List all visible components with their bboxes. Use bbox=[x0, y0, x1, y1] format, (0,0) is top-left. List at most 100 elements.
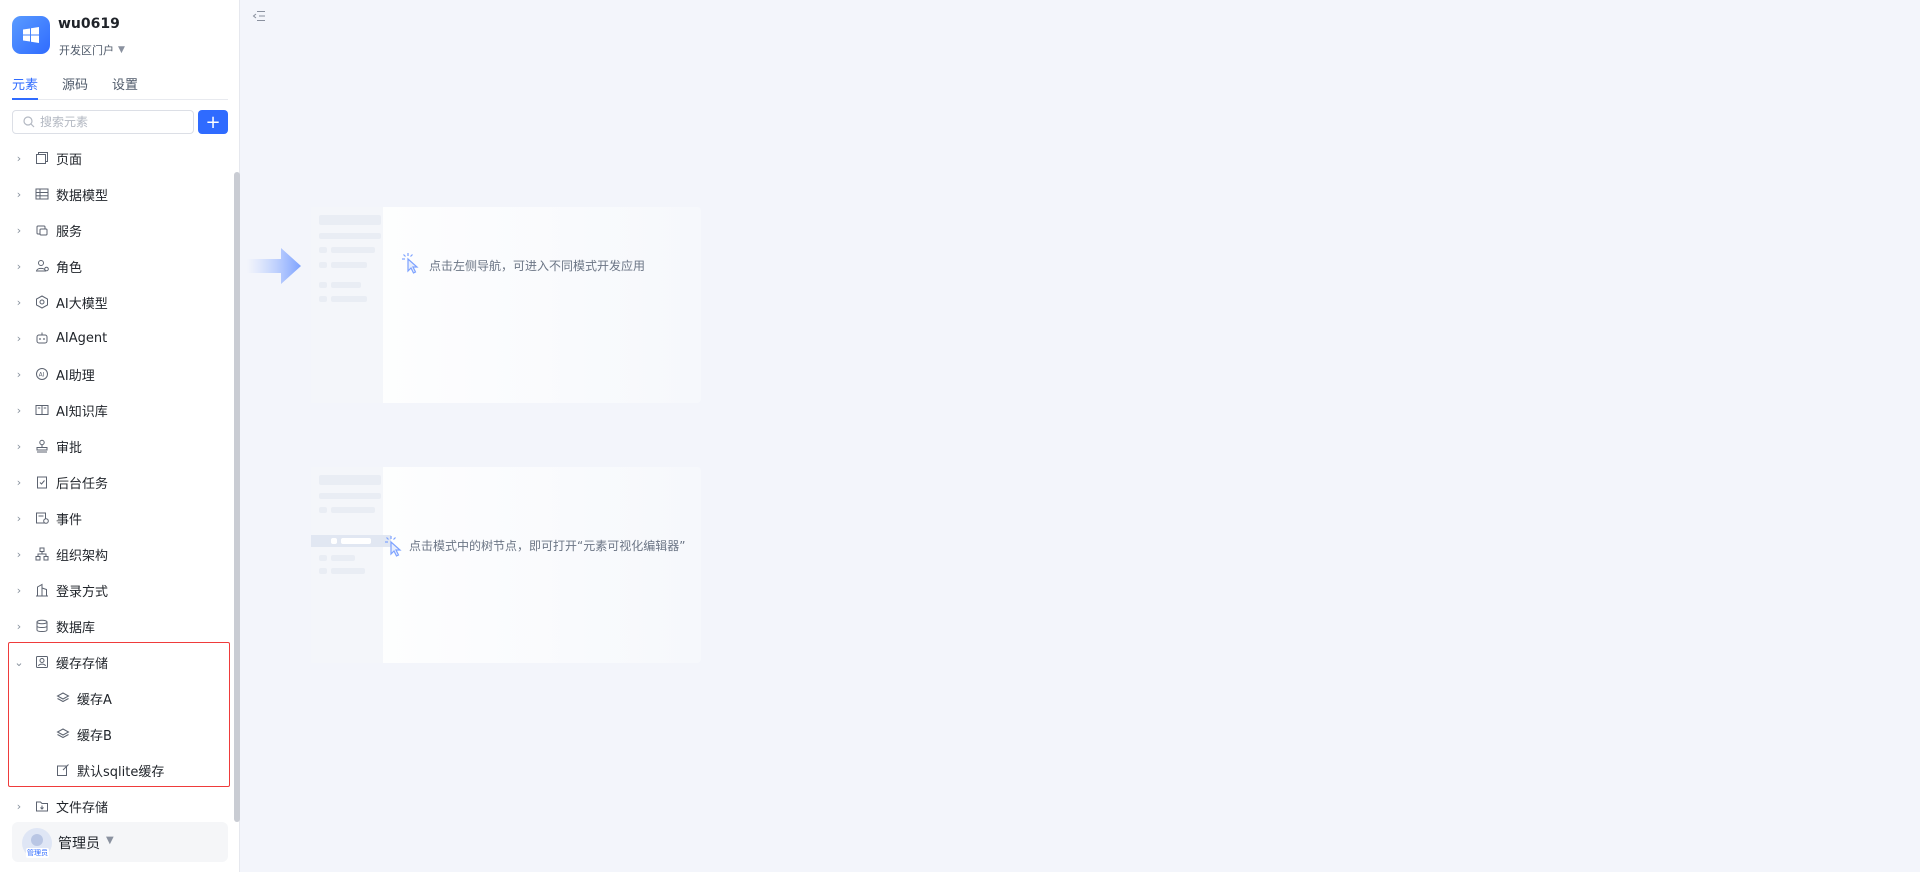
tree-item-label: 角色 bbox=[56, 260, 83, 276]
tree-item-background-task[interactable]: › 后台任务 bbox=[0, 464, 236, 500]
tree-item-cache-b[interactable]: 缓存B bbox=[0, 716, 236, 752]
caret-down-icon: ▼ bbox=[106, 835, 114, 846]
chevron-right-icon[interactable]: › bbox=[14, 368, 24, 381]
tree-item-label: 文件存储 bbox=[56, 800, 109, 816]
portal-selector[interactable]: 开发区门户 ▼ bbox=[59, 42, 125, 58]
search-box[interactable] bbox=[12, 110, 194, 134]
task-icon bbox=[34, 474, 50, 490]
chevron-right-icon[interactable]: › bbox=[14, 548, 24, 561]
chevron-right-icon[interactable]: › bbox=[14, 296, 24, 309]
service-icon bbox=[34, 222, 50, 238]
tree-item-file-storage[interactable]: › 文件存储 bbox=[0, 788, 236, 824]
skeleton-bar bbox=[331, 247, 375, 253]
tree-item-ai-agent[interactable]: › AIAgent bbox=[0, 320, 236, 356]
chevron-right-icon[interactable]: › bbox=[14, 584, 24, 597]
element-tree: › 页面 › 数据模型 › 服务 › 角色 › AI大模型 › AIAgent … bbox=[0, 140, 236, 824]
sidebar: wu0619 开发区门户 ▼ 元素 源码 设置 + › 页面 › bbox=[0, 0, 240, 872]
chevron-right-icon[interactable]: › bbox=[14, 620, 24, 633]
app-header: wu0619 开发区门户 ▼ bbox=[12, 14, 232, 58]
cache-icon bbox=[34, 654, 50, 670]
skeleton-bar bbox=[319, 555, 327, 561]
app-name: wu0619 bbox=[58, 16, 120, 32]
page-icon bbox=[34, 150, 50, 166]
chevron-right-icon[interactable]: › bbox=[14, 476, 24, 489]
chevron-right-icon[interactable]: › bbox=[14, 800, 24, 813]
skeleton-bar bbox=[319, 296, 327, 302]
add-element-button[interactable]: + bbox=[198, 110, 228, 134]
tree-item-label: 缓存B bbox=[77, 728, 112, 744]
chevron-right-icon[interactable]: › bbox=[14, 188, 24, 201]
skeleton-bar bbox=[319, 262, 327, 268]
chevron-right-icon[interactable]: › bbox=[14, 512, 24, 525]
collapse-sidebar-icon[interactable] bbox=[251, 8, 267, 24]
knowledge-base-icon bbox=[34, 402, 50, 418]
tree-item-label: 页面 bbox=[56, 152, 83, 168]
tree-item-org[interactable]: › 组织架构 bbox=[0, 536, 236, 572]
portal-label: 开发区门户 bbox=[59, 44, 114, 57]
tree-item-ai-assistant[interactable]: › AI AI助理 bbox=[0, 356, 236, 392]
ai-assistant-icon: AI bbox=[34, 366, 50, 382]
chevron-right-icon[interactable]: › bbox=[14, 440, 24, 453]
tree-item-ai-model[interactable]: › AI大模型 bbox=[0, 284, 236, 320]
tree-item-label: 审批 bbox=[56, 440, 83, 456]
tab-elements[interactable]: 元素 bbox=[12, 76, 39, 100]
main-area: 点击左侧导航，可进入不同模式开发应用 点击模式中的树节点，即可打开“元素可视化编… bbox=[241, 0, 1920, 872]
skeleton-bar bbox=[331, 555, 355, 561]
org-chart-icon bbox=[34, 546, 50, 562]
chevron-right-icon[interactable]: › bbox=[14, 152, 24, 165]
tab-source[interactable]: 源码 bbox=[62, 76, 88, 100]
caret-down-icon: ▼ bbox=[118, 45, 125, 55]
tree-item-label: 组织架构 bbox=[56, 548, 109, 564]
tree-item-label: 缓存A bbox=[77, 692, 112, 708]
table-icon bbox=[34, 186, 50, 202]
role-icon bbox=[34, 258, 50, 274]
chevron-down-icon[interactable]: ⌄ bbox=[14, 656, 24, 669]
edit-doc-icon bbox=[55, 762, 71, 778]
hint-text-navigation: 点击左侧导航，可进入不同模式开发应用 bbox=[429, 259, 646, 273]
skeleton-bar bbox=[341, 538, 371, 544]
search-input[interactable] bbox=[40, 115, 180, 129]
tree-item-ai-knowledge[interactable]: › AI知识库 bbox=[0, 392, 236, 428]
tree-item-data-model[interactable]: › 数据模型 bbox=[0, 176, 236, 212]
chevron-right-icon[interactable]: › bbox=[14, 224, 24, 237]
tree-item-service[interactable]: › 服务 bbox=[0, 212, 236, 248]
tree-item-label: 缓存存储 bbox=[56, 656, 109, 672]
tree-item-label: 事件 bbox=[56, 512, 83, 528]
tab-settings[interactable]: 设置 bbox=[112, 76, 138, 100]
database-icon bbox=[34, 618, 50, 634]
ai-model-icon bbox=[34, 294, 50, 310]
tree-item-database[interactable]: › 数据库 bbox=[0, 608, 236, 644]
tree-item-cache-storage[interactable]: ⌄ 缓存存储 bbox=[0, 644, 236, 680]
user-menu[interactable]: 管理员 管理员 ▼ bbox=[12, 822, 228, 862]
chevron-right-icon[interactable]: › bbox=[14, 260, 24, 273]
tree-item-event[interactable]: › 事件 bbox=[0, 500, 236, 536]
skeleton-bar bbox=[331, 538, 337, 544]
tree-item-login[interactable]: › 登录方式 bbox=[0, 572, 236, 608]
tree-item-label: AI大模型 bbox=[56, 296, 108, 312]
sidebar-tabs: 元素 源码 设置 bbox=[12, 76, 228, 100]
skeleton-bar bbox=[331, 262, 367, 268]
click-cursor-icon bbox=[385, 536, 402, 557]
avatar-role-tag: 管理员 bbox=[26, 848, 49, 858]
arrow-right-icon bbox=[247, 248, 301, 284]
tree-item-page[interactable]: › 页面 bbox=[0, 140, 236, 176]
skeleton-bar bbox=[319, 507, 327, 513]
plus-icon: + bbox=[205, 111, 221, 133]
tree-item-label: 数据模型 bbox=[56, 188, 109, 204]
tree-item-role[interactable]: › 角色 bbox=[0, 248, 236, 284]
tree-item-label: 登录方式 bbox=[56, 584, 109, 600]
tree-item-cache-sqlite[interactable]: 默认sqlite缓存 bbox=[0, 752, 236, 788]
hint-card-tree-node: 点击模式中的树节点，即可打开“元素可视化编辑器” bbox=[311, 467, 701, 663]
skeleton-bar bbox=[319, 215, 381, 225]
skeleton-bar bbox=[319, 233, 381, 239]
tree-item-label: AI知识库 bbox=[56, 404, 108, 420]
tree-item-cache-a[interactable]: 缓存A bbox=[0, 680, 236, 716]
sidebar-scrollbar[interactable] bbox=[234, 172, 240, 822]
chevron-right-icon[interactable]: › bbox=[14, 404, 24, 417]
skeleton-bar bbox=[319, 475, 381, 485]
tree-item-approval[interactable]: › 审批 bbox=[0, 428, 236, 464]
skeleton-bar bbox=[331, 296, 367, 302]
chevron-right-icon[interactable]: › bbox=[14, 332, 24, 345]
app-logo-icon[interactable] bbox=[12, 16, 50, 54]
hint-card-navigation: 点击左侧导航，可进入不同模式开发应用 bbox=[311, 207, 701, 403]
